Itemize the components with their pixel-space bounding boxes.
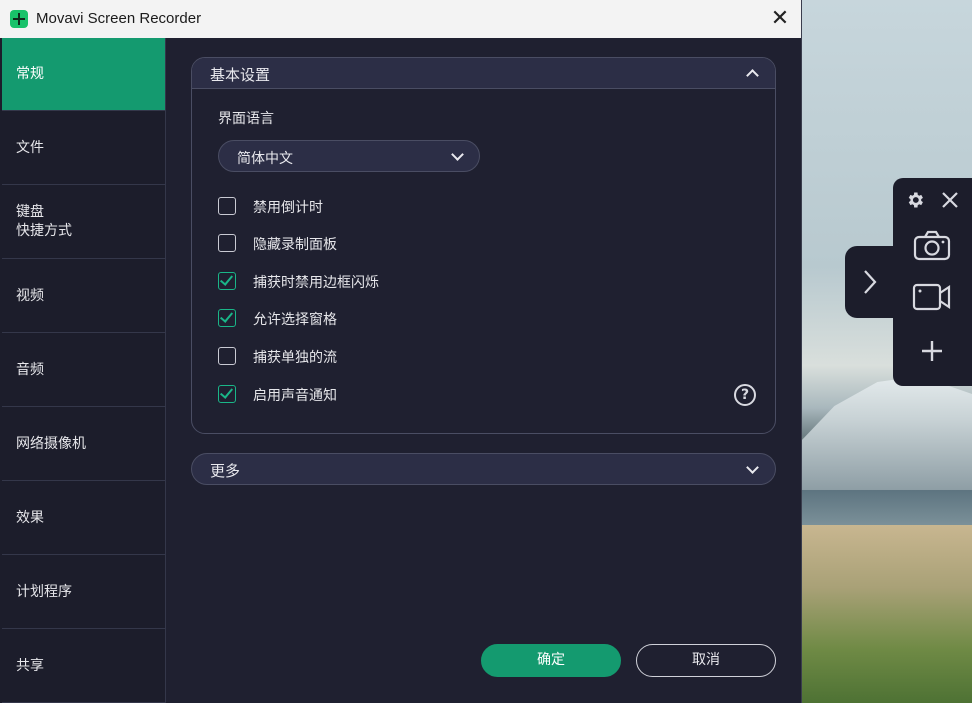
plus-icon[interactable] [921,340,943,362]
help-icon[interactable]: ? [734,384,756,406]
sidebar-item-video[interactable]: 视频 [2,260,165,333]
sidebar-divider [165,38,166,703]
checkbox-disable-countdown[interactable] [218,197,236,215]
basic-settings-header[interactable]: 基本设置 [192,58,775,89]
recorder-widget [893,178,972,386]
wallpaper-lake [800,490,972,530]
option-hide-recording-panel[interactable]: 隐藏录制面板 [218,234,718,256]
sidebar-item-effects[interactable]: 效果 [2,482,165,555]
basic-settings-panel: 基本设置 界面语言 简体中文 禁用倒计时 隐藏录制面板 捕获时禁用边框闪烁 允许… [191,57,776,434]
basic-settings-title: 基本设置 [210,66,271,84]
checkbox-capture-separate-streams[interactable] [218,347,236,365]
checkbox-enable-sound-notifications[interactable] [218,385,236,403]
settings-sidebar: 常规 文件 键盘 快捷方式 视频 音频 网络摄像机 效果 计划程序 共享 [0,38,166,703]
video-camera-icon[interactable] [912,282,952,312]
window-title: Movavi Screen Recorder [36,10,202,27]
camera-icon[interactable] [913,230,951,262]
title-bar: Movavi Screen Recorder ✕ [0,0,801,38]
close-icon[interactable] [941,191,959,209]
option-label: 启用声音通知 [253,388,337,404]
settings-window: Movavi Screen Recorder ✕ 常规 文件 键盘 快捷方式 视… [0,0,802,703]
wallpaper-grass [800,525,972,703]
option-disable-border-flash[interactable]: 捕获时禁用边框闪烁 [218,272,718,294]
sidebar-item-sharing[interactable]: 共享 [2,630,165,703]
option-label: 捕获单独的流 [253,350,337,366]
sidebar-item-files[interactable]: 文件 [2,112,165,185]
checkbox-hide-recording-panel[interactable] [218,234,236,252]
option-label: 允许选择窗格 [253,312,337,328]
chevron-down-icon [451,148,464,161]
sidebar-item-scheduler[interactable]: 计划程序 [2,556,165,629]
ok-button[interactable]: 确定 [481,644,621,677]
chevron-down-icon [746,461,759,474]
option-label: 禁用倒计时 [253,200,323,216]
language-select[interactable]: 简体中文 [218,140,480,172]
language-selected-value: 简体中文 [237,151,293,167]
checkbox-disable-border-flash[interactable] [218,272,236,290]
chevron-right-icon[interactable] [861,268,879,296]
window-close-button[interactable]: ✕ [766,6,794,32]
sidebar-item-webcam[interactable]: 网络摄像机 [2,408,165,481]
chevron-up-icon [746,69,759,82]
sidebar-item-general[interactable]: 常规 [2,38,165,111]
option-disable-countdown[interactable]: 禁用倒计时 [218,197,718,219]
language-label: 界面语言 [218,111,274,127]
more-settings-title: 更多 [210,462,241,480]
app-logo-icon [10,10,28,28]
sidebar-item-audio[interactable]: 音频 [2,334,165,407]
more-settings-header[interactable]: 更多 [191,453,776,485]
gear-icon[interactable] [905,190,925,210]
sidebar-item-keyboard-shortcuts[interactable]: 键盘 快捷方式 [2,186,165,259]
option-capture-separate-streams[interactable]: 捕获单独的流 [218,347,718,369]
option-label: 捕获时禁用边框闪烁 [253,275,379,291]
option-allow-pane-selection[interactable]: 允许选择窗格 [218,309,718,331]
option-label: 隐藏录制面板 [253,237,337,253]
option-enable-sound-notifications[interactable]: 启用声音通知 [218,385,718,407]
checkbox-allow-pane-selection[interactable] [218,309,236,327]
cancel-button[interactable]: 取消 [636,644,776,677]
